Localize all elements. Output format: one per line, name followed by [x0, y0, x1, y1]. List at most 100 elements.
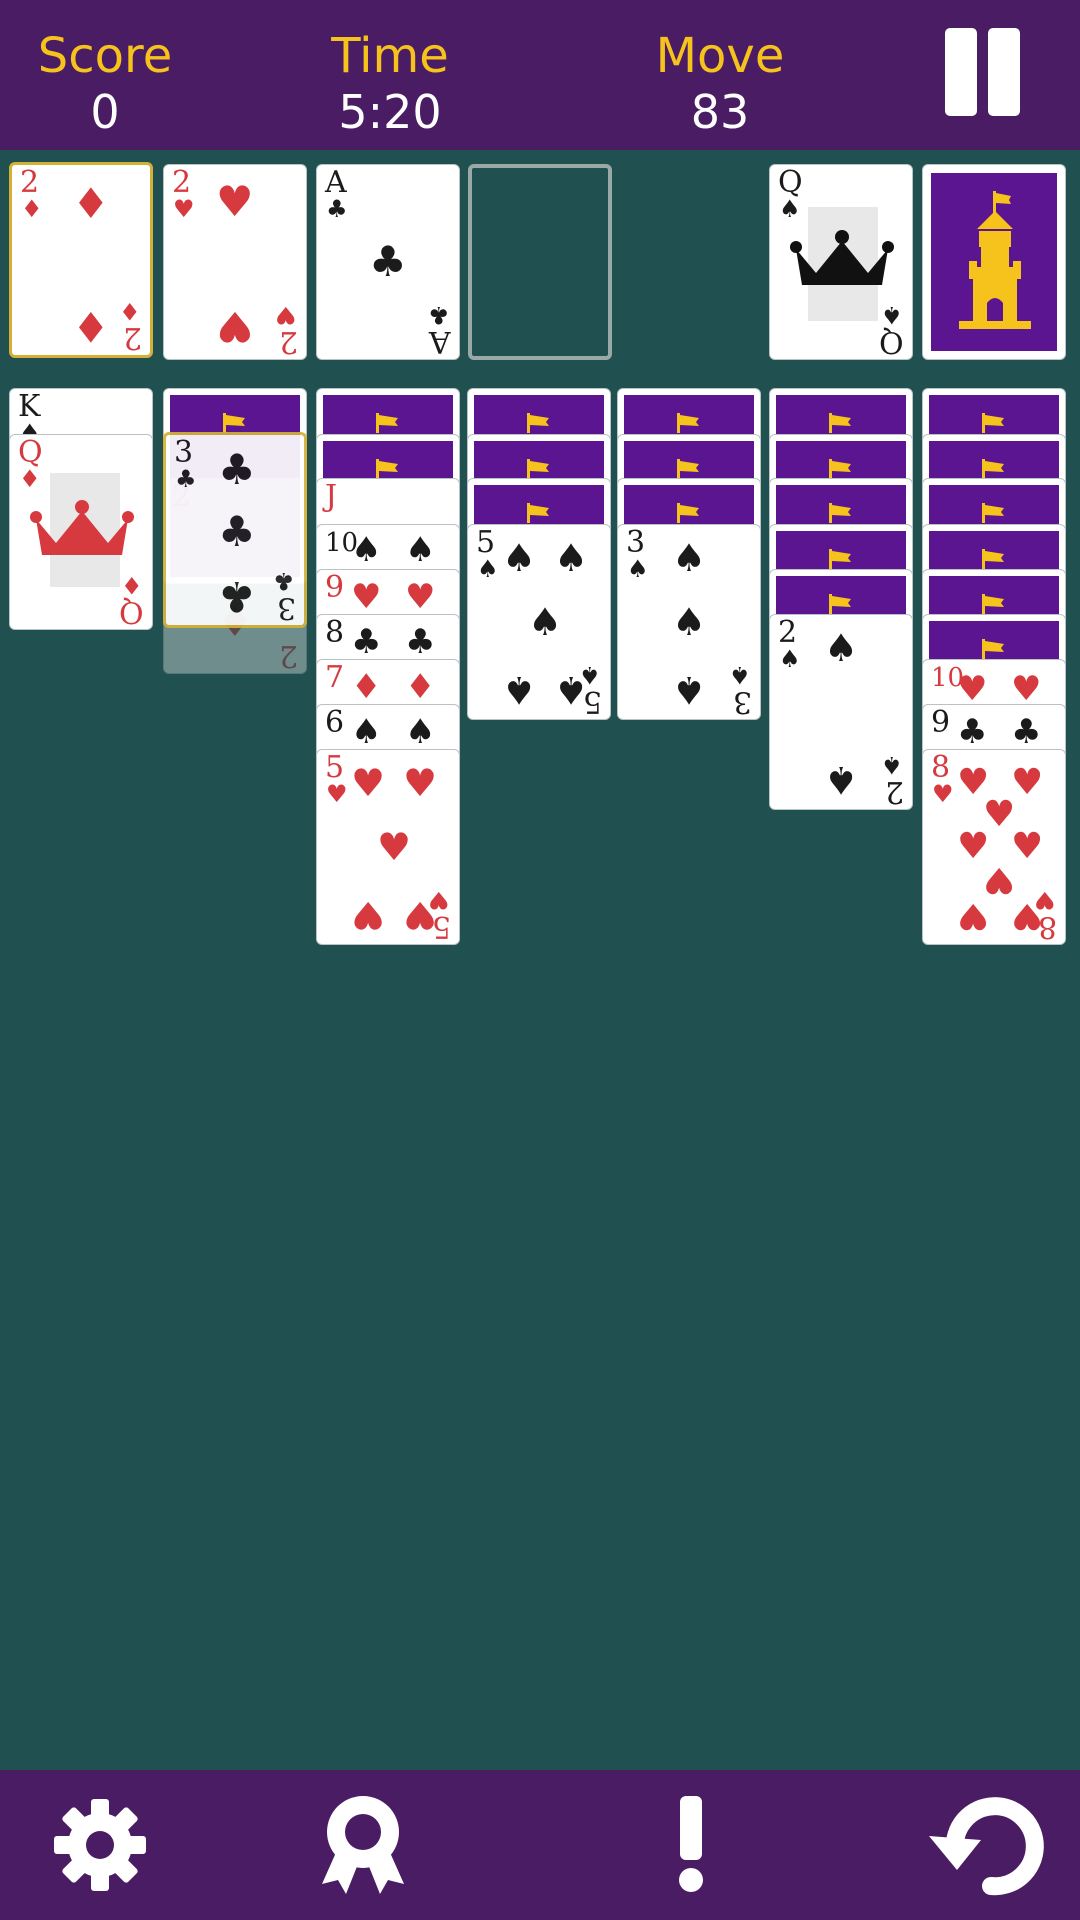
spade-pip-icon: ♠ [351, 712, 382, 752]
card-rank: 5 [431, 909, 451, 944]
foundation-diamonds[interactable]: 2 ♦ ♦ ♦ 2 ♦ [9, 162, 153, 358]
diamond-pip-icon: ♦ [72, 179, 110, 228]
spade-pip-icon: ♠ [554, 536, 589, 580]
heart-pip-icon: ♥ [1011, 826, 1044, 867]
flag-icon [527, 459, 549, 479]
flag-icon [376, 413, 398, 433]
card-rank: 3 [732, 684, 752, 719]
gear-icon [54, 1799, 146, 1891]
bottom-toolbar [0, 1770, 1080, 1920]
time-label: Time [331, 28, 449, 84]
heart-pip-icon: ♥ [351, 893, 386, 937]
flag-icon [376, 459, 398, 479]
card-rank: 8 [325, 615, 345, 650]
heart-pip-icon: ♥ [403, 761, 438, 805]
card-suit: ♥ [275, 301, 297, 329]
card-suit: ♠ [881, 751, 903, 779]
tableau-card[interactable]: 8 ♥ ♥ ♥ ♥ ♥ ♥ ♥ ♥ ♥ 8 ♥ [922, 749, 1066, 945]
card-rank: 5 [582, 684, 602, 719]
flag-icon [829, 503, 851, 523]
card-rank: 2 [122, 320, 142, 355]
card-suit: ♦ [119, 297, 141, 325]
stock-pile[interactable] [922, 164, 1066, 360]
score-label: Score [37, 28, 173, 84]
foundation-clubs[interactable]: A ♣ ♣ A ♣ [316, 164, 460, 360]
achievements-button[interactable] [308, 1790, 418, 1900]
heart-pip-icon: ♥ [377, 825, 412, 869]
tableau-card[interactable]: 3 ♠ ♠ ♠ ♠ 3 ♠ [617, 524, 761, 720]
card-suit: ♥ [173, 195, 195, 223]
club-pip-icon: ♣ [218, 445, 256, 494]
card-rank: J [325, 479, 338, 514]
move-label: Move [655, 28, 785, 84]
undo-icon [929, 1797, 1044, 1896]
flag-icon [982, 594, 1004, 614]
flag-icon [982, 549, 1004, 569]
club-pip-icon: ♣ [405, 622, 436, 662]
card-suit: ♠ [881, 301, 903, 329]
card-suit: ♠ [729, 661, 751, 689]
card-rank: Q [879, 324, 904, 359]
heart-pip-icon: ♥ [957, 895, 990, 936]
tableau-card[interactable]: 5 ♠ ♠ ♠ ♠ ♠ ♠ 5 ♠ [467, 524, 611, 720]
flag-icon [829, 594, 851, 614]
card-rank: 3 [276, 590, 296, 625]
card-rank: 7 [325, 660, 345, 695]
heart-pip-icon: ♥ [1011, 762, 1044, 803]
flag-icon [829, 549, 851, 569]
club-pip-icon: ♣ [1011, 712, 1042, 752]
spade-pip-icon: ♠ [502, 536, 537, 580]
card-suit: ♥ [428, 886, 450, 914]
score-display: Score 0 [0, 28, 225, 140]
card-suit: ♠ [477, 555, 499, 583]
tableau-card[interactable]: 5 ♥ ♥ ♥ ♥ ♥ ♥ 5 ♥ [316, 749, 460, 945]
card-suit: ♥ [1034, 886, 1056, 914]
card-rank: 8 [1037, 909, 1057, 944]
diamond-pip-icon: ♦ [72, 302, 110, 351]
card-suit: ♥ [326, 780, 348, 808]
ribbon-icon [322, 1796, 404, 1894]
card-suit: ♣ [175, 465, 197, 493]
flag-icon [982, 413, 1004, 433]
card-rank: 9 [325, 570, 345, 605]
card-suit: ♣ [326, 195, 348, 223]
card-rank: 2 [278, 638, 298, 673]
hint-button[interactable] [636, 1790, 746, 1900]
flag-icon [829, 413, 851, 433]
tableau-card[interactable]: Q ♦ Q ♦ [9, 434, 153, 630]
tableau-card[interactable]: 2 ♠ ♠ ♠ 2 ♠ [769, 614, 913, 810]
flag-icon [527, 503, 549, 523]
card-suit: ♦ [19, 465, 41, 493]
card-suit: ♠ [779, 645, 801, 673]
card-suit: ♦ [121, 571, 143, 599]
card-suit: ♣ [428, 301, 450, 329]
pause-button[interactable] [942, 28, 1022, 116]
flag-icon [677, 413, 699, 433]
card-rank: 2 [278, 324, 298, 359]
flag-icon [982, 639, 1004, 659]
heart-pip-icon: ♥ [351, 761, 386, 805]
spade-pip-icon: ♠ [672, 536, 707, 580]
undo-button[interactable] [925, 1790, 1045, 1900]
card-rank: Q [119, 594, 144, 629]
heart-pip-icon: ♥ [216, 177, 254, 226]
waste-card[interactable]: Q ♠ Q ♠ [769, 164, 913, 360]
card-rank: 2 [884, 774, 904, 809]
flag-icon [677, 459, 699, 479]
foundation-empty-slot[interactable] [468, 164, 612, 360]
spade-pip-icon: ♠ [405, 530, 436, 570]
club-pip-icon: ♣ [957, 712, 988, 752]
spade-pip-icon: ♠ [502, 668, 537, 712]
foundation-hearts[interactable]: 2 ♥ ♥ ♥ 2 ♥ [163, 164, 307, 360]
flag-icon [982, 459, 1004, 479]
settings-button[interactable] [45, 1790, 155, 1900]
tableau-card-selected[interactable]: 3 ♣ ♣ ♣ ♣ 3 ♣ [163, 432, 307, 628]
club-pip-icon: ♣ [218, 572, 256, 621]
club-pip-icon: ♣ [218, 507, 256, 556]
heart-pip-icon: ♥ [216, 302, 254, 351]
card-suit: ♠ [579, 661, 601, 689]
heart-pip-icon: ♥ [405, 577, 436, 617]
pause-icon [945, 28, 977, 116]
heart-pip-icon: ♥ [351, 577, 382, 617]
diamond-pip-icon: ♦ [351, 667, 382, 707]
